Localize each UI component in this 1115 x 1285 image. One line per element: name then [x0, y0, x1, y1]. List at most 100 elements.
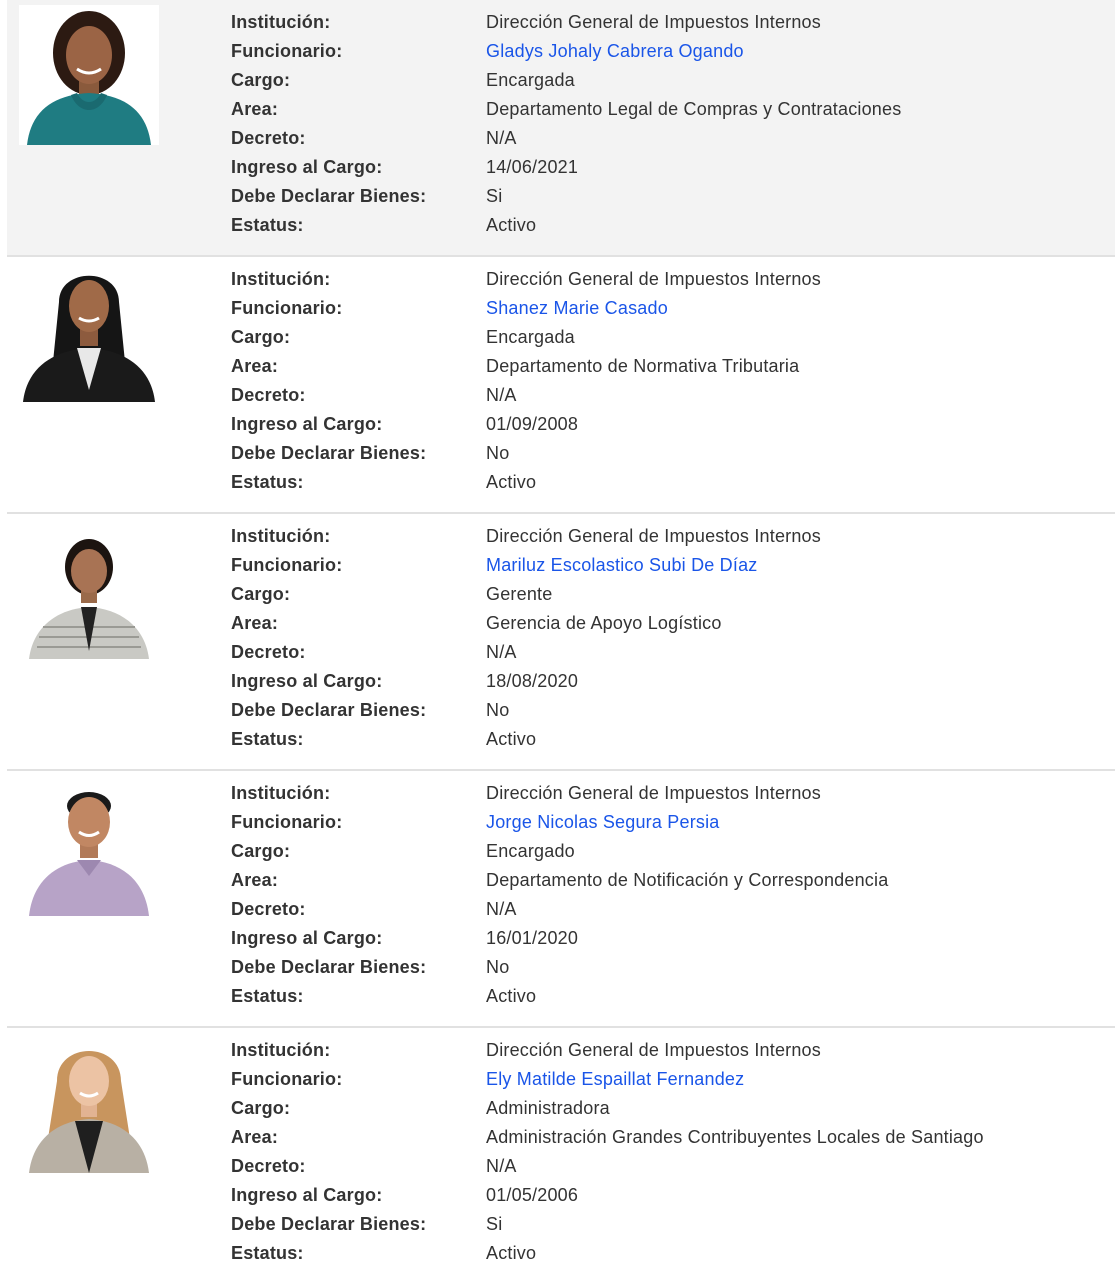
decreto-value: N/A	[486, 128, 517, 148]
estatus-value: Activo	[486, 215, 537, 235]
official-record: Institución: Dirección General de Impues…	[7, 257, 1115, 514]
field-estatus: Estatus: Activo	[231, 1239, 984, 1268]
ingreso-label: Ingreso al Cargo:	[231, 928, 383, 948]
institucion-value: Dirección General de Impuestos Internos	[486, 526, 821, 546]
field-cargo: Cargo: Administradora	[231, 1094, 984, 1123]
field-decreto: Decreto: N/A	[231, 895, 888, 924]
declarar-value: No	[486, 443, 510, 463]
field-area: Area: Gerencia de Apoyo Logístico	[231, 609, 821, 638]
official-details: Institución: Dirección General de Impues…	[231, 265, 821, 497]
official-photo	[19, 262, 159, 402]
field-area: Area: Departamento Legal de Compras y Co…	[231, 95, 901, 124]
funcionario-link[interactable]: Ely Matilde Espaillat Fernandez	[486, 1069, 744, 1089]
official-record: Institución: Dirección General de Impues…	[7, 1028, 1115, 1285]
ingreso-value: 16/01/2020	[486, 928, 579, 948]
declarar-value: Si	[486, 1214, 503, 1234]
official-photo	[19, 776, 159, 916]
area-label: Area:	[231, 356, 279, 376]
institucion-label: Institución:	[231, 269, 331, 289]
ingreso-value: 18/08/2020	[486, 671, 579, 691]
field-funcionario: Funcionario: Mariluz Escolastico Subi De…	[231, 551, 821, 580]
funcionario-label: Funcionario:	[231, 1069, 343, 1089]
cargo-label: Cargo:	[231, 70, 291, 90]
cargo-value: Encargada	[486, 327, 575, 347]
field-institucion: Institución: Dirección General de Impues…	[231, 522, 821, 551]
field-decreto: Decreto: N/A	[231, 124, 901, 153]
ingreso-label: Ingreso al Cargo:	[231, 157, 383, 177]
funcionario-link[interactable]: Shanez Marie Casado	[486, 298, 668, 318]
estatus-value: Activo	[486, 472, 537, 492]
estatus-label: Estatus:	[231, 1243, 304, 1263]
area-label: Area:	[231, 613, 279, 633]
declarar-label: Debe Declarar Bienes:	[231, 443, 427, 463]
field-funcionario: Funcionario: Jorge Nicolas Segura Persia	[231, 808, 888, 837]
estatus-label: Estatus:	[231, 215, 304, 235]
ingreso-label: Ingreso al Cargo:	[231, 414, 383, 434]
funcionario-label: Funcionario:	[231, 298, 343, 318]
field-area: Area: Departamento de Notificación y Cor…	[231, 866, 888, 895]
field-institucion: Institución: Dirección General de Impues…	[231, 779, 888, 808]
field-area: Area: Departamento de Normativa Tributar…	[231, 352, 821, 381]
area-label: Area:	[231, 99, 279, 119]
ingreso-value: 01/09/2008	[486, 414, 579, 434]
official-record: Institución: Dirección General de Impues…	[7, 0, 1115, 257]
field-decreto: Decreto: N/A	[231, 1152, 984, 1181]
funcionario-link[interactable]: Gladys Johaly Cabrera Ogando	[486, 41, 744, 61]
decreto-label: Decreto:	[231, 642, 306, 662]
decreto-label: Decreto:	[231, 1156, 306, 1176]
field-funcionario: Funcionario: Ely Matilde Espaillat Ferna…	[231, 1065, 984, 1094]
decreto-label: Decreto:	[231, 899, 306, 919]
decreto-label: Decreto:	[231, 128, 306, 148]
field-estatus: Estatus: Activo	[231, 725, 821, 754]
decreto-value: N/A	[486, 1156, 517, 1176]
cargo-label: Cargo:	[231, 841, 291, 861]
field-declarar: Debe Declarar Bienes: No	[231, 439, 821, 468]
field-institucion: Institución: Dirección General de Impues…	[231, 8, 901, 37]
institucion-label: Institución:	[231, 526, 331, 546]
official-photo	[19, 519, 159, 659]
funcionario-link[interactable]: Mariluz Escolastico Subi De Díaz	[486, 555, 758, 575]
decreto-value: N/A	[486, 385, 517, 405]
field-estatus: Estatus: Activo	[231, 982, 888, 1011]
field-ingreso: Ingreso al Cargo: 14/06/2021	[231, 153, 901, 182]
field-funcionario: Funcionario: Gladys Johaly Cabrera Ogand…	[231, 37, 901, 66]
area-value: Departamento de Normativa Tributaria	[486, 356, 800, 376]
field-declarar: Debe Declarar Bienes: No	[231, 696, 821, 725]
official-record: Institución: Dirección General de Impues…	[7, 514, 1115, 771]
area-label: Area:	[231, 1127, 279, 1147]
cargo-label: Cargo:	[231, 327, 291, 347]
institucion-label: Institución:	[231, 12, 331, 32]
cargo-value: Administradora	[486, 1098, 610, 1118]
field-institucion: Institución: Dirección General de Impues…	[231, 1036, 984, 1065]
field-ingreso: Ingreso al Cargo: 01/05/2006	[231, 1181, 984, 1210]
funcionario-label: Funcionario:	[231, 555, 343, 575]
person-portrait-icon	[19, 776, 159, 916]
ingreso-label: Ingreso al Cargo:	[231, 1185, 383, 1205]
institucion-value: Dirección General de Impuestos Internos	[486, 269, 821, 289]
person-portrait-icon	[19, 1033, 159, 1173]
decreto-label: Decreto:	[231, 385, 306, 405]
area-value: Gerencia de Apoyo Logístico	[486, 613, 722, 633]
field-cargo: Cargo: Encargado	[231, 837, 888, 866]
field-estatus: Estatus: Activo	[231, 211, 901, 240]
official-record: Institución: Dirección General de Impues…	[7, 771, 1115, 1028]
official-details: Institución: Dirección General de Impues…	[231, 522, 821, 754]
decreto-value: N/A	[486, 642, 517, 662]
official-details: Institución: Dirección General de Impues…	[231, 779, 888, 1011]
field-cargo: Cargo: Gerente	[231, 580, 821, 609]
institucion-value: Dirección General de Impuestos Internos	[486, 1040, 821, 1060]
declarar-label: Debe Declarar Bienes:	[231, 700, 427, 720]
area-value: Administración Grandes Contribuyentes Lo…	[486, 1127, 984, 1147]
estatus-value: Activo	[486, 729, 537, 749]
funcionario-label: Funcionario:	[231, 812, 343, 832]
estatus-label: Estatus:	[231, 986, 304, 1006]
field-declarar: Debe Declarar Bienes: Si	[231, 1210, 984, 1239]
area-label: Area:	[231, 870, 279, 890]
official-photo	[19, 5, 159, 145]
ingreso-label: Ingreso al Cargo:	[231, 671, 383, 691]
cargo-label: Cargo:	[231, 584, 291, 604]
field-decreto: Decreto: N/A	[231, 381, 821, 410]
funcionario-link[interactable]: Jorge Nicolas Segura Persia	[486, 812, 720, 832]
cargo-value: Encargado	[486, 841, 575, 861]
institucion-label: Institución:	[231, 1040, 331, 1060]
